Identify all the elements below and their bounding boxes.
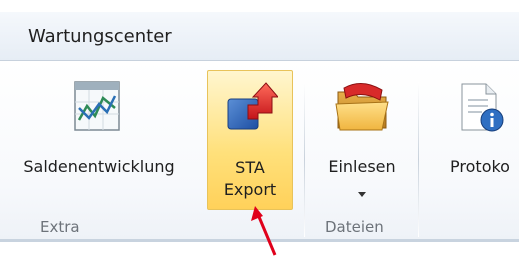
saldenentwicklung-label: Saldenentwicklung	[23, 157, 175, 176]
tab-title: Wartungscenter	[28, 26, 172, 47]
group-separator-2	[418, 82, 419, 237]
protokoll-button[interactable]: Protoko	[430, 70, 519, 210]
document-info-icon	[452, 78, 508, 138]
ribbon-tab-header: Wartungscenter	[0, 12, 519, 61]
group-label-extra: Extra	[40, 218, 80, 236]
sta-export-label: STA Export	[223, 158, 277, 199]
sta-export-button[interactable]: STA Export	[207, 70, 293, 210]
protokoll-label: Protoko	[450, 157, 510, 176]
ribbon: Wartungscenter Saldenentwicklung STA Exp…	[0, 12, 519, 242]
saldenentwicklung-button[interactable]: Saldenentwicklung	[0, 70, 204, 210]
einlesen-button[interactable]: Einlesen	[312, 70, 412, 210]
group-separator	[304, 82, 305, 237]
folder-icon	[332, 78, 392, 138]
chart-icon	[71, 78, 127, 138]
einlesen-label: Einlesen	[328, 157, 396, 176]
ribbon-bottom-border	[0, 239, 519, 242]
dropdown-arrow-icon[interactable]	[358, 192, 366, 197]
group-label-dateien: Dateien	[325, 218, 384, 236]
export-arrow-icon	[222, 79, 280, 139]
